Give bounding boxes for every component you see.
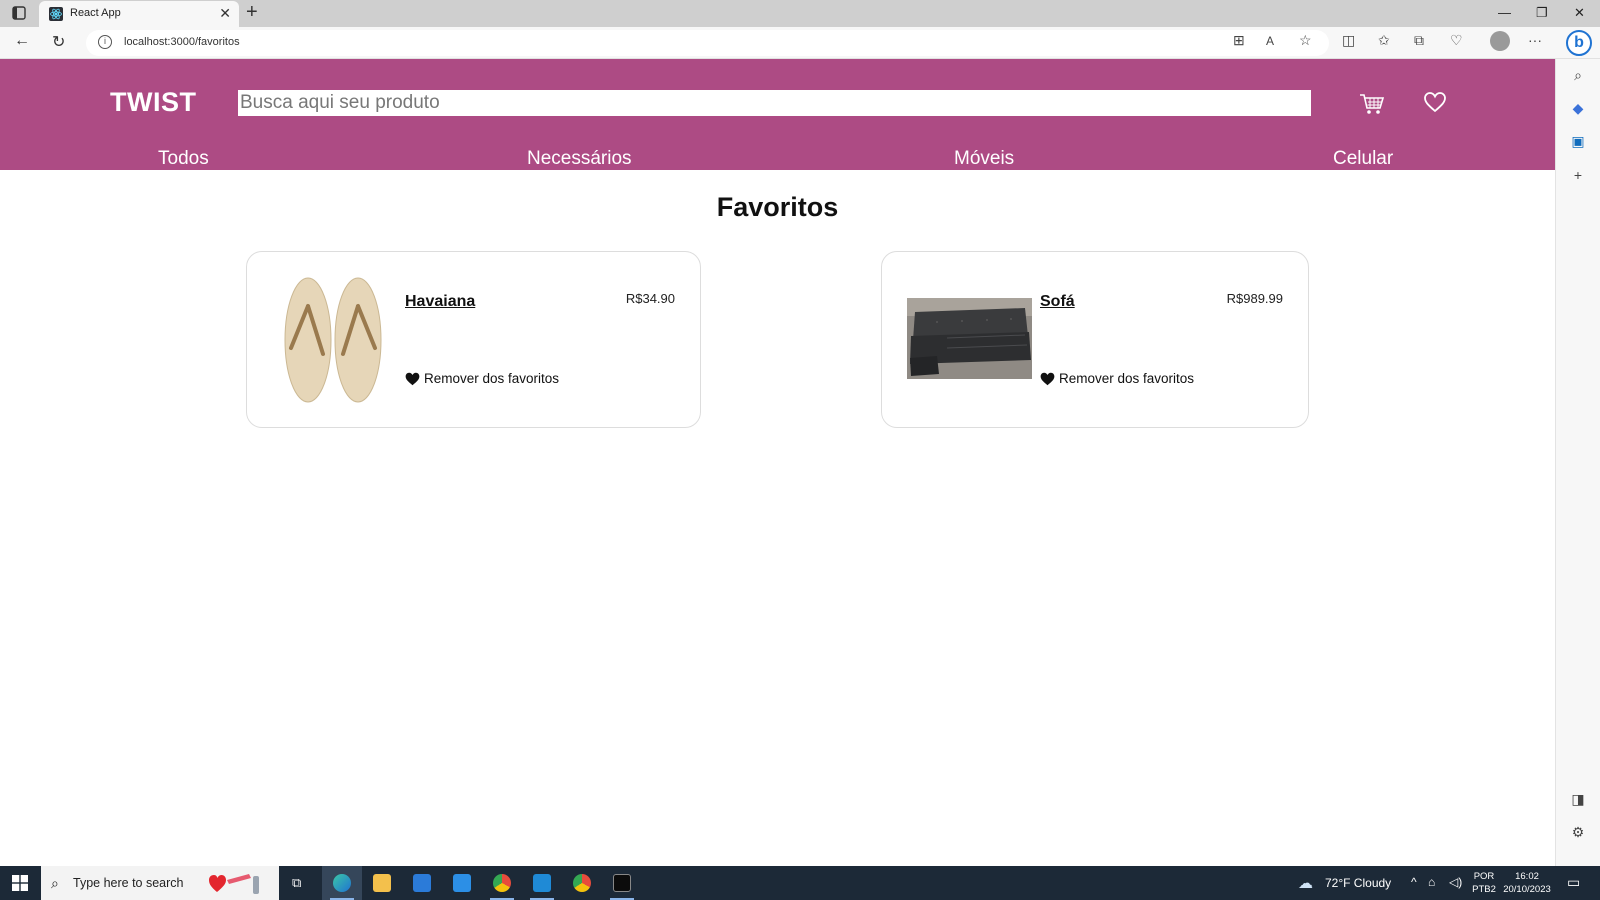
page-title: Favoritos (716, 192, 839, 222)
browser-toolbar: ← ↻ i localhost:3000/favoritos ⊞ A ☆ ◫ ✩… (0, 27, 1600, 59)
volume-icon[interactable]: ◁) (1449, 875, 1462, 889)
sidebar-settings-icon[interactable]: ⚙ (1570, 824, 1586, 840)
taskbar-file-explorer[interactable] (362, 866, 402, 900)
remove-favorite-button[interactable]: Remover dos favoritos (405, 371, 559, 386)
edge-sidebar: ⌕ ◆ ▣ + ◨ ⚙ (1555, 59, 1600, 866)
remove-favorite-label: Remover dos favoritos (424, 371, 560, 386)
app-available-icon[interactable]: ⊞ (1233, 32, 1245, 49)
favorites-icon[interactable]: ✩ (1378, 32, 1390, 49)
category-celular[interactable]: Celular (1333, 148, 1393, 170)
collections-icon[interactable]: ⧉ (1414, 32, 1424, 49)
restore-button[interactable]: ❐ (1536, 5, 1548, 21)
refresh-icon[interactable]: ↻ (52, 32, 65, 52)
search-highlight-icon (209, 874, 259, 894)
category-necessarios[interactable]: Necessários (527, 148, 632, 170)
browser-essentials-icon[interactable]: ♡ (1450, 32, 1463, 49)
taskbar-vscode[interactable] (522, 866, 562, 900)
taskbar-edge[interactable] (322, 866, 362, 900)
sidebar-office-icon[interactable]: ◆ (1570, 100, 1586, 116)
windows-start-icon[interactable] (12, 875, 28, 891)
chrome-icon (573, 874, 591, 892)
category-moveis[interactable]: Móveis (954, 148, 1014, 170)
clock-time: 16:02 (1515, 871, 1539, 882)
havaiana-image[interactable] (283, 276, 383, 404)
product-name-link[interactable]: Sofá (1040, 293, 1075, 311)
site-info-icon[interactable]: i (98, 35, 112, 49)
chrome-icon (493, 874, 511, 892)
bing-copilot-icon[interactable]: b (1566, 30, 1592, 56)
category-todos[interactable]: Todos (158, 148, 209, 170)
sidebar-search-icon[interactable]: ⌕ (1570, 67, 1586, 83)
sidebar-add-icon[interactable]: + (1570, 167, 1586, 183)
taskbar-chrome-1[interactable] (482, 866, 522, 900)
product-card: Sofá R$989.99 Remover dos favoritos (881, 251, 1309, 428)
back-arrow-icon[interactable]: ← (14, 32, 30, 50)
split-screen-icon[interactable]: ◫ (1342, 32, 1355, 49)
profile-avatar[interactable] (1490, 31, 1510, 51)
brand-logo[interactable]: TWIST (110, 87, 196, 118)
input-language[interactable]: POR PTB2 (1469, 870, 1499, 896)
taskbar-chrome-2[interactable] (562, 866, 602, 900)
keyboard-layout: PTB2 (1472, 884, 1496, 895)
edge-icon (333, 874, 351, 892)
product-price: R$34.90 (625, 291, 675, 306)
screen: React App ✕ + — ❐ ✕ ← ↻ i localhost:3000… (0, 0, 1600, 900)
new-tab-button[interactable]: + (246, 1, 258, 24)
store-icon (413, 874, 431, 892)
product-name-link[interactable]: Havaiana (405, 293, 475, 311)
terminal-icon (613, 874, 631, 892)
folder-icon (373, 874, 391, 892)
taskbar-store[interactable] (402, 866, 442, 900)
read-aloud-icon[interactable]: A (1266, 34, 1274, 48)
product-price: R$989.99 (1226, 291, 1283, 306)
taskbar-search-placeholder: Type here to search (73, 876, 184, 890)
browser-tabbar: React App ✕ + — ❐ ✕ (0, 0, 1600, 27)
tab-close-icon[interactable]: ✕ (219, 5, 231, 22)
react-favicon-icon (49, 7, 63, 21)
heart-filled-icon (1040, 372, 1055, 385)
language-code: POR (1473, 871, 1495, 882)
network-icon[interactable]: ⌂ (1428, 875, 1435, 889)
minimize-button[interactable]: — (1498, 5, 1511, 20)
browser-tab-react-app[interactable]: React App ✕ (39, 1, 239, 27)
windows-taskbar: ⌕ Type here to search ⧉ ☁ 72°F Cloudy ^ … (0, 866, 1600, 900)
cloud-icon: ☁ (1298, 875, 1313, 892)
notifications-icon[interactable]: ▭ (1567, 874, 1580, 891)
cart-icon[interactable] (1359, 92, 1385, 116)
favorite-star-icon[interactable]: ☆ (1299, 32, 1312, 49)
search-icon: ⌕ (51, 875, 59, 891)
vscode-icon (533, 874, 551, 892)
address-bar[interactable]: i localhost:3000/favoritos (86, 30, 1329, 56)
taskbar-search-box[interactable]: ⌕ Type here to search (41, 866, 279, 900)
remove-favorite-button[interactable]: Remover dos favoritos (1040, 371, 1194, 386)
weather-text[interactable]: 72°F Cloudy (1325, 876, 1391, 890)
url-text[interactable]: localhost:3000/favoritos (124, 36, 240, 48)
site-header: TWIST Todos Necessários Móveis Celular (0, 59, 1555, 170)
tab-title: React App (70, 7, 121, 19)
remove-favorite-label: Remover dos favoritos (1059, 371, 1195, 386)
clock-date: 20/10/2023 (1503, 884, 1551, 895)
taskbar-mail[interactable] (442, 866, 482, 900)
sidebar-hide-icon[interactable]: ◨ (1570, 791, 1586, 807)
clock[interactable]: 16:02 20/10/2023 (1500, 870, 1554, 896)
favorites-heart-icon[interactable] (1423, 90, 1447, 114)
close-window-button[interactable]: ✕ (1574, 5, 1585, 21)
tray-overflow-icon[interactable]: ^ (1411, 875, 1417, 889)
sofa-image[interactable] (907, 298, 1032, 379)
task-view-icon[interactable]: ⧉ (292, 875, 301, 891)
product-search-input[interactable] (238, 90, 1311, 116)
sidebar-outlook-icon[interactable]: ▣ (1570, 133, 1586, 149)
mail-icon (453, 874, 471, 892)
product-card: Havaiana R$34.90 Remover dos favoritos (246, 251, 701, 428)
heart-filled-icon (405, 372, 420, 385)
tab-actions-icon[interactable] (12, 6, 26, 20)
more-menu-icon[interactable]: ··· (1528, 32, 1542, 48)
taskbar-terminal[interactable] (602, 866, 642, 900)
